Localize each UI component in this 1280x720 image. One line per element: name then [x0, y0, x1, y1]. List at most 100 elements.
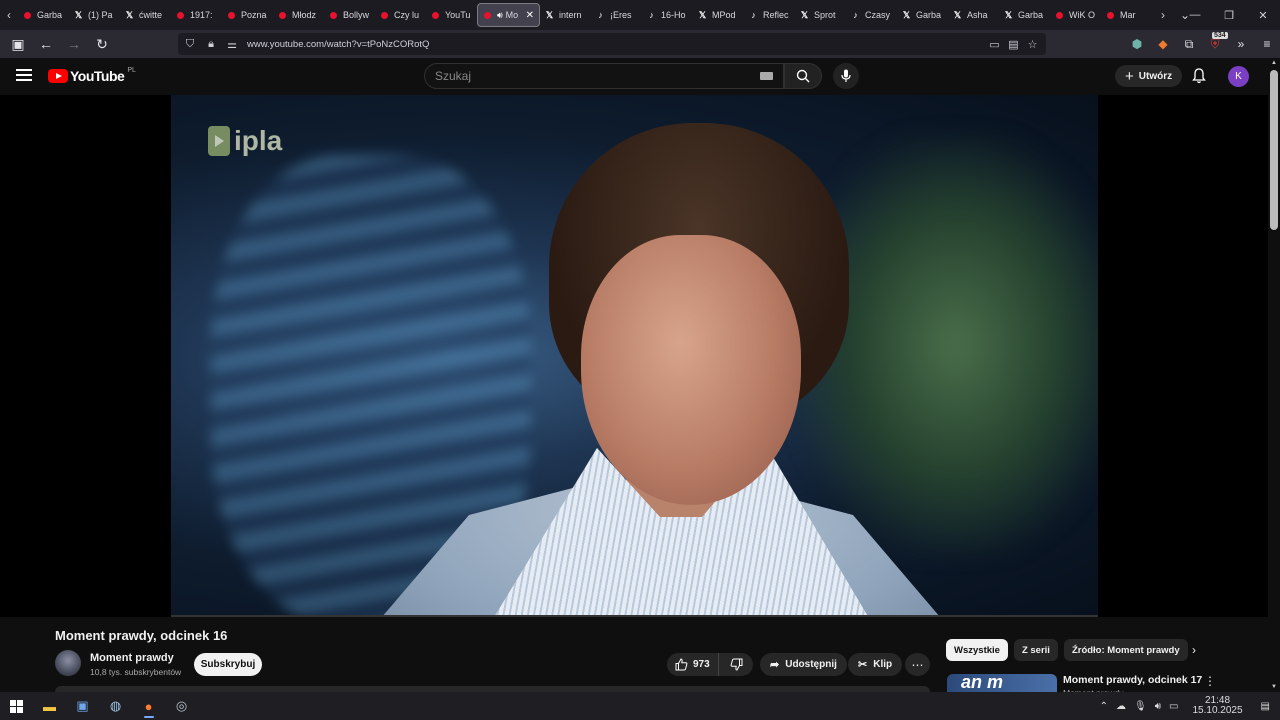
browser-tab[interactable]: 𝕏 MPod [693, 3, 744, 27]
tab-audio-icon[interactable]: 🔊︎ [497, 10, 503, 21]
chips-next-chevron-icon[interactable]: › [1192, 643, 1196, 657]
notifications-bell-icon[interactable] [1190, 67, 1208, 85]
close-window-icon[interactable]: ✕ [1246, 9, 1280, 22]
create-label: Utwórz [1138, 70, 1173, 82]
reload-button[interactable]: ↻ [90, 32, 114, 56]
dislike-button[interactable] [719, 658, 753, 671]
browser-tab[interactable]: Bollyw [324, 3, 375, 27]
search-input[interactable]: Szukaj [424, 63, 784, 89]
file-explorer-icon[interactable]: ▬ [33, 692, 66, 720]
account-avatar[interactable]: K [1228, 66, 1249, 87]
browser-tab[interactable]: Pozna [222, 3, 273, 27]
steam-icon[interactable]: ◍ [99, 692, 132, 720]
microphone-tray-icon[interactable]: 🎙︎ [1134, 701, 1147, 712]
recommendation-title[interactable]: Moment prawdy, odcinek 17 [1063, 674, 1202, 686]
create-button[interactable]: + Utwórz [1115, 65, 1183, 87]
x-icon: 𝕏 [953, 9, 962, 20]
tab-title: Młodz [292, 10, 317, 20]
guide-menu-icon[interactable] [16, 69, 32, 81]
voice-search-button[interactable] [833, 63, 859, 89]
sidebar-toggle-icon[interactable]: ▣ [6, 32, 30, 56]
like-dislike-group: 973 [667, 653, 753, 676]
browser-tab[interactable]: 𝕏 Garba [897, 3, 948, 27]
video-progress-bar[interactable] [171, 615, 1098, 617]
video-player[interactable]: ipla [0, 95, 1268, 617]
browser-tab[interactable]: 𝕏ćwitte [120, 3, 171, 27]
tabs-scroll-left-icon[interactable]: ‹ [0, 0, 18, 30]
subscribe-button[interactable]: Subskrybuj [194, 653, 262, 676]
chip-from-series[interactable]: Z serii [1013, 639, 1058, 661]
browser-tab[interactable]: ♪ Czasy [846, 3, 897, 27]
scroll-down-icon[interactable]: ▼ [1271, 684, 1277, 690]
forward-button[interactable]: → [62, 32, 86, 56]
tabs-scroll-right-icon[interactable]: › [1154, 0, 1172, 30]
browser-tab-strip: ‹ Garba 𝕏 (1) Pa 𝕏ćwitte 1917: Pozna Młodz Boll… [0, 0, 1280, 30]
overflow-chevron-icon[interactable]: » [1228, 37, 1254, 51]
minimize-icon[interactable]: — [1178, 9, 1212, 21]
clip-button[interactable]: ✂ Klip [848, 653, 903, 676]
browser-tab[interactable]: 1917: [171, 3, 222, 27]
url-text[interactable]: www.youtube.com/watch?v=tPoNzCORotQ [247, 39, 429, 50]
app-menu-icon[interactable]: ≡ [1254, 37, 1280, 51]
video-frame[interactable]: ipla [171, 95, 1098, 615]
start-button[interactable] [0, 692, 33, 720]
address-bar[interactable]: ⛉ 🔒︎ ⚌ www.youtube.com/watch?v=tPoNzCORo… [178, 33, 1046, 55]
extensions-puzzle-icon[interactable]: ⧉ [1176, 37, 1202, 52]
more-actions-icon[interactable]: ⋯ [905, 653, 930, 676]
scroll-up-icon[interactable]: ▲ [1271, 60, 1277, 66]
browser-tab[interactable]: 𝕏 Garba [999, 3, 1050, 27]
fox-extension-icon[interactable]: ◆ [1150, 37, 1176, 51]
recommendation-thumbnail[interactable]: an m [947, 674, 1057, 692]
channel-name[interactable]: Moment prawdy [90, 652, 174, 664]
tab-active[interactable]: 🔊︎ Mo ✕ [477, 3, 540, 27]
scrollbar-thumb[interactable] [1270, 70, 1278, 230]
tab-title: 16-Ho [661, 10, 686, 20]
clock[interactable]: 21:48 15.10.2025 [1188, 696, 1246, 716]
picture-in-picture-icon[interactable]: ▭ [985, 38, 1004, 51]
browser-tab[interactable]: 𝕏intern [540, 3, 591, 27]
reader-view-icon[interactable]: ▤ [1004, 38, 1023, 51]
chip-all[interactable]: Wszystkie [946, 639, 1008, 661]
ublock-icon[interactable]: ⛨ 534 [1202, 31, 1228, 52]
app-icon[interactable]: ◎ [165, 692, 198, 720]
chip-source[interactable]: Źródło: Moment prawdy [1063, 639, 1188, 661]
network-icon[interactable]: ▭ [1169, 701, 1178, 712]
youtube-icon [24, 11, 31, 19]
restore-icon[interactable]: ❐ [1212, 9, 1246, 22]
back-button[interactable]: ← [34, 32, 58, 56]
browser-tab[interactable]: Czy lu [375, 3, 426, 27]
tab-close-icon[interactable]: ✕ [526, 10, 534, 21]
tracking-protection-icon[interactable]: ⛉ [181, 38, 199, 51]
permissions-icon[interactable]: ⚌ [223, 38, 241, 51]
browser-tab[interactable]: ♪ Reflec [744, 3, 795, 27]
browser-tab[interactable]: Młodz [273, 3, 324, 27]
ipla-watermark: ipla [208, 125, 282, 157]
onedrive-cloud-icon[interactable]: ☁ [1116, 701, 1126, 712]
browser-tab[interactable]: 𝕏 Sprot [795, 3, 846, 27]
volume-icon[interactable]: 🔊︎ [1155, 701, 1161, 712]
browser-tab[interactable]: Mar [1101, 3, 1152, 27]
remote-desktop-icon[interactable]: ▣ [66, 692, 99, 720]
share-button[interactable]: ➦ Udostępnij [760, 653, 847, 676]
bookmark-star-icon[interactable]: ☆ [1023, 38, 1042, 51]
browser-tab[interactable]: WiK O [1050, 3, 1101, 27]
notifications-icon[interactable]: ▤ [1261, 701, 1270, 712]
browser-tab[interactable]: ♪ ¡Eres [591, 3, 642, 27]
shield-extension-icon[interactable]: ⬢ [1124, 37, 1150, 51]
lock-icon[interactable]: 🔒︎ [202, 38, 220, 51]
youtube-logo[interactable]: YouTube PL [48, 67, 136, 84]
channel-avatar[interactable] [55, 650, 81, 676]
browser-tab[interactable]: 𝕏 (1) Pa [69, 3, 120, 27]
browser-tab[interactable]: Garba [18, 3, 69, 27]
browser-tab[interactable]: 𝕏 Asha [948, 3, 999, 27]
tray-overflow-chevron-icon[interactable]: ⌃ [1100, 701, 1108, 712]
firefox-icon[interactable]: ● [132, 692, 165, 720]
keyboard-icon[interactable] [760, 72, 773, 80]
browser-tab[interactable]: ♪ 16-Ho [642, 3, 693, 27]
page-scrollbar[interactable]: ▲ ▼ [1268, 58, 1280, 692]
recommendation-menu-icon[interactable]: ⋮ [1204, 674, 1216, 688]
browser-tab[interactable]: YouTu [426, 3, 477, 27]
tab-title: intern [559, 10, 582, 20]
search-button[interactable] [784, 63, 822, 89]
like-button[interactable]: 973 [667, 653, 719, 676]
